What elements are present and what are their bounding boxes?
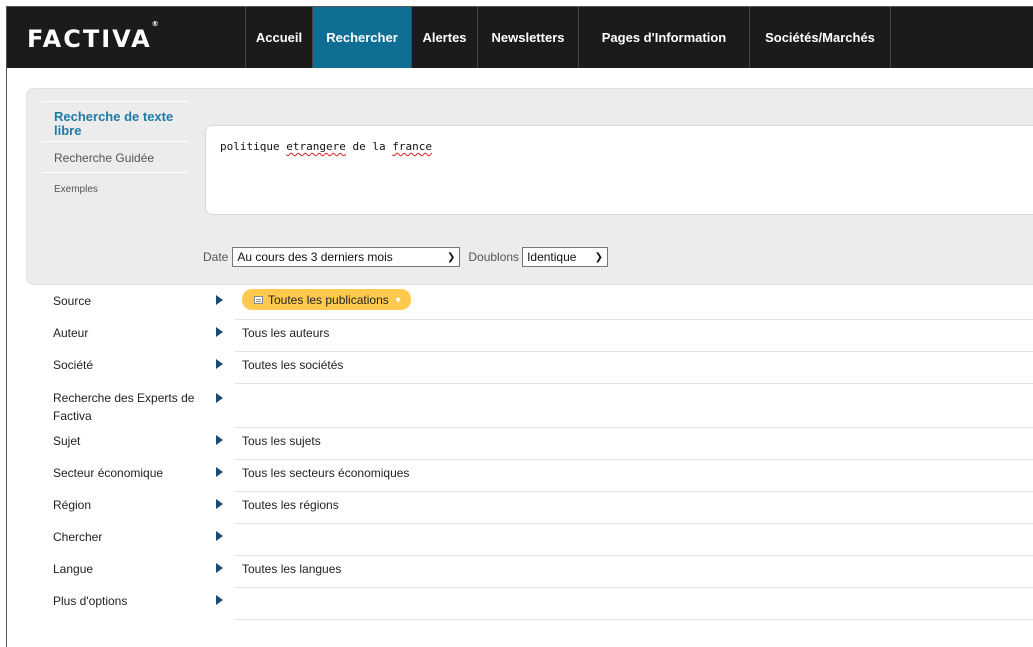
nav-label: Pages d'Information	[601, 30, 727, 45]
filter-value: Tous les auteurs	[242, 326, 330, 340]
filter-label: Langue	[53, 562, 94, 576]
guided-search-tab[interactable]: Recherche Guidée	[42, 141, 188, 172]
nav-pages-information[interactable]: Pages d'Information	[578, 7, 749, 68]
logo-text: FACTIVA	[27, 25, 152, 53]
nav-label: Accueil	[255, 30, 303, 45]
search-query-text: politique etrangere de la france	[220, 140, 432, 153]
nav-accueil[interactable]: Accueil	[245, 7, 312, 68]
nav-label: Newsletters	[491, 30, 565, 45]
row-divider	[235, 491, 1033, 492]
examples-link[interactable]: Exemples	[42, 172, 188, 199]
filter-value: Toutes les sociétés	[242, 358, 344, 372]
filter-label: Secteur économique	[53, 466, 164, 480]
nav-rechercher[interactable]: Rechercher	[312, 7, 411, 68]
registered-mark: ®	[151, 20, 159, 28]
filter-value: Toutes les publications	[268, 292, 389, 307]
row-divider	[235, 587, 1033, 588]
nav-divider	[890, 7, 930, 68]
search-mode-list: Recherche de texte libre Recherche Guidé…	[42, 101, 188, 199]
list-icon	[254, 295, 263, 304]
expand-arrow-icon[interactable]	[216, 595, 223, 605]
expand-arrow-icon[interactable]	[216, 563, 223, 573]
nav-label: Rechercher	[326, 30, 398, 45]
chevron-down-icon: ❯	[594, 251, 604, 263]
free-text-search-tab[interactable]: Recherche de texte libre	[42, 101, 188, 141]
top-navigation-bar: FACTIVA® Accueil Rechercher Alertes News…	[7, 7, 1033, 68]
row-divider	[235, 427, 1033, 428]
row-divider	[235, 619, 1033, 620]
filter-label: Sujet	[53, 434, 81, 448]
filter-label: Société	[53, 358, 94, 372]
misspelled-word: etrangere	[286, 140, 346, 153]
nav-newsletters[interactable]: Newsletters	[477, 7, 578, 68]
duplicates-select[interactable]: Identique ❯	[522, 247, 609, 267]
all-publications-dropdown[interactable]: Toutes les publications ▼	[242, 289, 411, 310]
factiva-logo[interactable]: FACTIVA®	[27, 20, 159, 53]
row-divider	[235, 383, 1033, 384]
filter-label: Chercher	[53, 530, 103, 544]
app-frame: FACTIVA® Accueil Rechercher Alertes News…	[6, 6, 1033, 647]
row-divider	[235, 459, 1033, 460]
main-nav: Accueil Rechercher Alertes Newsletters P…	[245, 7, 930, 68]
query-segment: politique	[220, 140, 287, 153]
expand-arrow-icon[interactable]	[216, 393, 223, 403]
filter-label: Plus d'options	[53, 594, 128, 608]
duplicates-value: Identique	[527, 250, 577, 264]
expand-arrow-icon[interactable]	[216, 467, 223, 477]
date-label: Date	[203, 250, 229, 264]
duplicates-label: Doublons	[468, 250, 520, 264]
nav-alertes[interactable]: Alertes	[411, 7, 477, 68]
filter-label: Auteur	[53, 326, 89, 340]
expand-arrow-icon[interactable]	[216, 295, 223, 305]
filter-value: Toutes les régions	[242, 498, 339, 512]
expand-arrow-icon[interactable]	[216, 531, 223, 541]
row-divider	[235, 351, 1033, 352]
filter-value: Tous les secteurs économiques	[242, 466, 410, 480]
expand-arrow-icon[interactable]	[216, 499, 223, 509]
row-divider	[235, 319, 1033, 320]
date-duplicates-filters: Date Au cours des 3 derniers mois ❯ Doub…	[203, 247, 609, 267]
misspelled-word: france	[392, 140, 432, 153]
row-divider	[235, 523, 1033, 524]
row-divider	[235, 555, 1033, 556]
filter-label: Recherche des Experts de Factiva	[53, 391, 195, 423]
date-range-value: Au cours des 3 derniers mois	[237, 250, 393, 264]
search-panel: Recherche de texte libre Recherche Guidé…	[26, 88, 1033, 285]
nav-label: Alertes	[422, 30, 467, 45]
chevron-down-icon: ❯	[446, 251, 456, 263]
filter-label: Source	[53, 294, 92, 308]
caret-down-icon: ▼	[393, 294, 403, 305]
expand-arrow-icon[interactable]	[216, 435, 223, 445]
search-query-textarea[interactable]: politique etrangere de la france	[205, 125, 1033, 215]
filter-value: Tous les sujets	[242, 434, 321, 448]
nav-label: Sociétés/Marchés	[765, 30, 875, 45]
expand-arrow-icon[interactable]	[216, 359, 223, 369]
expand-arrow-icon[interactable]	[216, 327, 223, 337]
filter-value: Toutes les langues	[242, 562, 342, 576]
date-range-select[interactable]: Au cours des 3 derniers mois ❯	[232, 247, 461, 267]
query-segment: de la	[345, 140, 393, 153]
filter-label: Région	[53, 498, 92, 512]
nav-societes-marches[interactable]: Sociétés/Marchés	[749, 7, 890, 68]
